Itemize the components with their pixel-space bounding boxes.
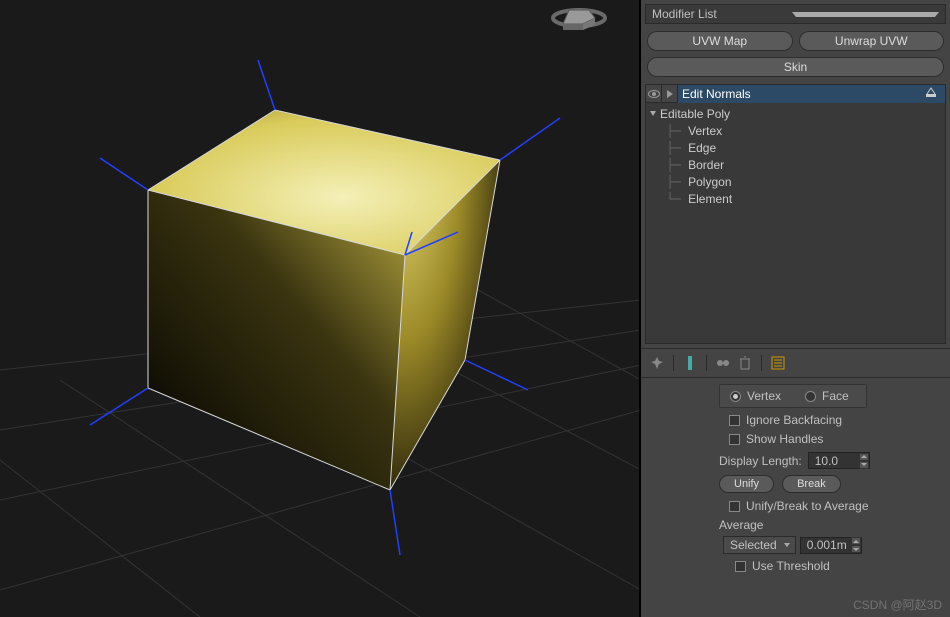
modifier-panel: Modifier List UVW Map Unwrap UVW Skin Ed… bbox=[641, 0, 950, 617]
modifier-stack[interactable]: Edit Normals Editable Poly ├─ Vertex ├─ … bbox=[645, 84, 946, 344]
modifier-list-dropdown[interactable]: Modifier List bbox=[645, 4, 946, 24]
ignore-backfacing-checkbox[interactable] bbox=[729, 415, 740, 426]
vertex-radio[interactable] bbox=[730, 391, 741, 402]
average-heading: Average bbox=[719, 518, 940, 532]
configure-modifier-sets-icon[interactable] bbox=[770, 355, 786, 371]
average-distance-spinner[interactable]: 0.001m bbox=[800, 537, 862, 554]
collapse-icon[interactable] bbox=[650, 111, 656, 116]
selection-mode-group: Vertex Face bbox=[719, 384, 867, 408]
tree-sub-vertex[interactable]: ├─ Vertex bbox=[646, 122, 945, 139]
tree-sub-element[interactable]: └─ Element bbox=[646, 190, 945, 207]
modifier-tree: Editable Poly ├─ Vertex ├─ Edge ├─ Borde… bbox=[646, 103, 945, 209]
average-mode-dropdown[interactable]: Selected bbox=[723, 536, 796, 554]
stack-selected-modifier[interactable]: Edit Normals bbox=[678, 85, 945, 103]
unify-break-average-label: Unify/Break to Average bbox=[746, 499, 869, 513]
unify-break-average-checkbox[interactable] bbox=[729, 501, 740, 512]
modifier-list-label: Modifier List bbox=[652, 7, 792, 21]
vertex-label: Vertex bbox=[747, 389, 781, 403]
tree-root[interactable]: Editable Poly bbox=[646, 105, 945, 122]
spinner-up-icon[interactable] bbox=[859, 453, 869, 461]
use-threshold-checkbox[interactable] bbox=[735, 561, 746, 572]
spinner-down-icon[interactable] bbox=[851, 545, 861, 553]
tree-sub-border[interactable]: ├─ Border bbox=[646, 156, 945, 173]
uvw-map-button[interactable]: UVW Map bbox=[647, 31, 793, 51]
unify-button[interactable]: Unify bbox=[719, 475, 774, 493]
pin-stack-icon[interactable] bbox=[925, 86, 937, 101]
ignore-backfacing-label: Ignore Backfacing bbox=[746, 413, 842, 427]
show-handles-checkbox[interactable] bbox=[729, 434, 740, 445]
stack-visibility-icon[interactable] bbox=[646, 85, 662, 103]
pin-icon[interactable] bbox=[649, 355, 665, 371]
tree-sub-polygon[interactable]: ├─ Polygon bbox=[646, 173, 945, 190]
spinner-up-icon[interactable] bbox=[851, 537, 861, 545]
show-handles-label: Show Handles bbox=[746, 432, 823, 446]
chevron-down-icon bbox=[792, 12, 940, 17]
face-radio[interactable] bbox=[805, 391, 816, 402]
remove-modifier-icon[interactable] bbox=[737, 355, 753, 371]
make-unique-icon[interactable] bbox=[715, 355, 731, 371]
edit-normals-params: Vertex Face Ignore Backfacing Show Handl… bbox=[641, 378, 950, 584]
unwrap-uvw-button[interactable]: Unwrap UVW bbox=[799, 31, 945, 51]
tree-sub-edge[interactable]: ├─ Edge bbox=[646, 139, 945, 156]
show-end-result-icon[interactable] bbox=[682, 355, 698, 371]
display-length-spinner[interactable]: 10.0 bbox=[808, 452, 870, 469]
skin-button[interactable]: Skin bbox=[647, 57, 944, 77]
viewport-canvas bbox=[0, 0, 641, 617]
viewport[interactable] bbox=[0, 0, 641, 617]
break-button[interactable]: Break bbox=[782, 475, 841, 493]
face-label: Face bbox=[822, 389, 849, 403]
viewcube[interactable] bbox=[549, 0, 609, 40]
stack-toolbar bbox=[641, 348, 950, 378]
use-threshold-label: Use Threshold bbox=[752, 559, 830, 573]
display-length-label: Display Length: bbox=[719, 454, 802, 468]
stack-enable-icon[interactable] bbox=[662, 85, 678, 103]
spinner-down-icon[interactable] bbox=[859, 461, 869, 469]
